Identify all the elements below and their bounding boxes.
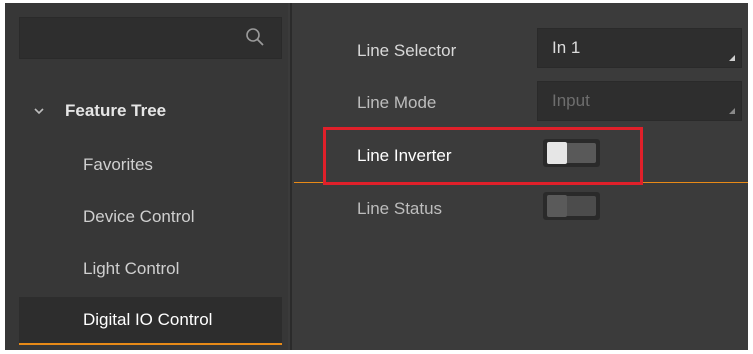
tree-item-favorites[interactable]: Favorites: [19, 141, 282, 189]
chevron-down-icon[interactable]: [33, 105, 45, 117]
feature-tree-header[interactable]: Feature Tree: [19, 91, 282, 131]
line-status-label: Line Status: [357, 199, 443, 218]
toggle-knob: [547, 195, 567, 217]
tree-item-label: Device Control: [83, 207, 195, 226]
tree-item-label: Light Control: [83, 259, 180, 278]
tree-item-light-control[interactable]: Light Control: [19, 245, 282, 293]
tree-item-device-control[interactable]: Device Control: [19, 193, 282, 241]
line-status-toggle: [543, 192, 600, 220]
dropdown-corner-icon: [729, 108, 735, 114]
search-icon[interactable]: [245, 27, 265, 47]
line-mode-select: Input: [537, 81, 742, 121]
line-selector-value: In 1: [552, 38, 581, 57]
sidebar: Feature Tree Favorites Device Control Li…: [5, 3, 288, 350]
panel-divider[interactable]: [290, 3, 292, 350]
line-mode-value: Input: [552, 91, 590, 110]
annotation-highlight-box: [323, 127, 643, 185]
line-selector-label: Line Selector: [357, 41, 457, 60]
line-mode-label: Line Mode: [357, 93, 437, 112]
app-window: Feature Tree Favorites Device Control Li…: [5, 3, 748, 350]
feature-tree-title: Feature Tree: [65, 101, 167, 120]
tree-item-label: Digital IO Control: [83, 310, 213, 329]
search-box[interactable]: [19, 17, 282, 59]
tree-item-label: Favorites: [83, 155, 153, 174]
tree-item-digital-io-control[interactable]: Digital IO Control: [19, 297, 282, 345]
dropdown-corner-icon: [729, 55, 735, 61]
line-selector-select[interactable]: In 1: [537, 28, 742, 68]
